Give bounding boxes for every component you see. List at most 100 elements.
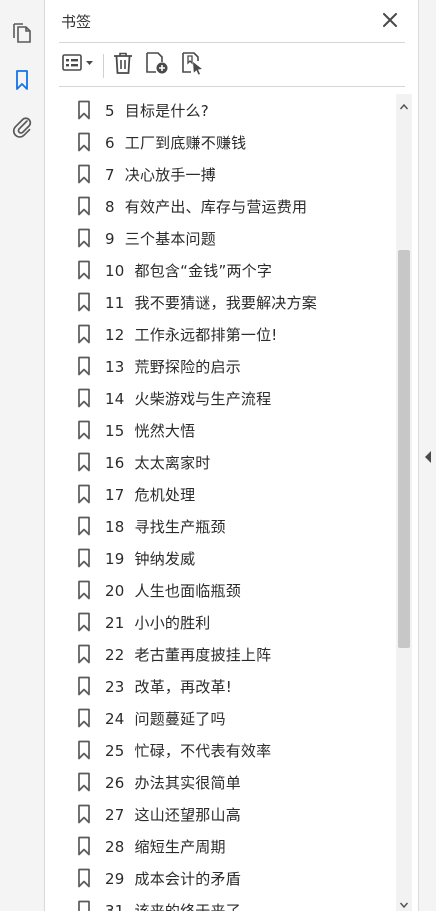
bookmark-item[interactable]: 12 工作永远都排第一位!	[59, 318, 396, 350]
bookmark-icon	[77, 292, 91, 312]
bookmark-label: 12 工作永远都排第一位!	[105, 324, 278, 345]
bookmark-number: 19	[105, 550, 125, 568]
bookmarks-panel-button[interactable]	[8, 68, 36, 96]
bookmark-title: 决心放手一搏	[124, 166, 216, 184]
bookmark-item[interactable]: 7 决心放手一搏	[59, 158, 396, 190]
scrollbar-thumb[interactable]	[398, 250, 410, 648]
bookmark-label: 19 钟纳发威	[105, 548, 195, 569]
bookmark-list-scrollbar[interactable]	[396, 94, 412, 911]
bookmark-label: 26 办法其实很简单	[105, 772, 241, 793]
bookmark-label: 10 都包含“金钱”两个字	[105, 260, 272, 281]
bookmark-number: 18	[105, 518, 125, 536]
bookmark-number: 8	[105, 198, 115, 216]
bookmark-label: 17 危机处理	[105, 484, 195, 505]
bookmark-item[interactable]: 21 小小的胜利	[59, 606, 396, 638]
bookmark-title: 人生也面临瓶颈	[134, 582, 241, 600]
bookmark-number: 6	[105, 134, 115, 152]
bookmark-title: 问题蔓延了吗	[134, 710, 226, 728]
bookmarks-panel: 书签 5 目标是什么? 6 工厂到底赚不赚钱 7 决心放手一搏 8 有效产出、库…	[46, 0, 418, 911]
bookmark-item[interactable]: 10 都包含“金钱”两个字	[59, 254, 396, 286]
bookmark-item[interactable]: 18 寻找生产瓶颈	[59, 510, 396, 542]
bookmark-number: 24	[105, 710, 125, 728]
bookmark-icon	[77, 676, 91, 696]
bookmark-item[interactable]: 15 恍然大悟	[59, 414, 396, 446]
bookmark-icon	[77, 388, 91, 408]
new-bookmark-from-selection-icon	[180, 50, 206, 80]
bookmark-label: 24 问题蔓延了吗	[105, 708, 226, 729]
bookmark-label: 22 老古董再度披挂上阵	[105, 644, 271, 665]
bookmark-number: 5	[105, 102, 115, 120]
page-thumbnails-button[interactable]	[8, 22, 36, 50]
bookmark-icon	[77, 804, 91, 824]
bookmark-label: 14 火柴游戏与生产流程	[105, 388, 271, 409]
bookmark-item[interactable]: 29 成本会计的矛盾	[59, 862, 396, 894]
bookmark-title: 改革，再改革!	[134, 678, 232, 696]
bookmark-title: 老古董再度披挂上阵	[134, 646, 272, 664]
bookmark-title: 小小的胜利	[134, 614, 211, 632]
bookmark-label: 8 有效产出、库存与营运费用	[105, 196, 307, 217]
panel-splitter[interactable]	[418, 0, 436, 911]
bookmark-item[interactable]: 8 有效产出、库存与营运费用	[59, 190, 396, 222]
bookmark-item[interactable]: 16 太太离家时	[59, 446, 396, 478]
new-bookmark-from-selection-button[interactable]	[179, 52, 207, 78]
bookmark-label: 18 寻找生产瓶颈	[105, 516, 226, 537]
bookmark-number: 27	[105, 806, 125, 824]
bookmark-title: 我不要猜谜，我要解决方案	[134, 294, 317, 312]
bookmark-icon	[77, 196, 91, 216]
bookmark-icon	[12, 68, 32, 96]
bookmark-title: 都包含“金钱”两个字	[134, 262, 273, 280]
bookmark-item[interactable]: 23 改革，再改革!	[59, 670, 396, 702]
bookmark-item[interactable]: 17 危机处理	[59, 478, 396, 510]
bookmark-label: 25 忙碌，不代表有效率	[105, 740, 271, 761]
bookmark-title: 该来的终于来了	[134, 902, 241, 911]
bookmark-title: 火柴游戏与生产流程	[134, 390, 272, 408]
bookmark-label: 21 小小的胜利	[105, 612, 211, 633]
bookmark-icon	[77, 868, 91, 888]
attachments-button[interactable]	[8, 114, 36, 142]
bookmark-item[interactable]: 31 该来的终于来了	[59, 894, 396, 911]
bookmark-item[interactable]: 22 老古董再度披挂上阵	[59, 638, 396, 670]
bookmark-number: 13	[105, 358, 125, 376]
bookmark-title: 寻找生产瓶颈	[134, 518, 226, 536]
bookmark-number: 26	[105, 774, 125, 792]
bookmark-icon	[77, 900, 91, 911]
bookmark-item[interactable]: 6 工厂到底赚不赚钱	[59, 126, 396, 158]
bookmark-item[interactable]: 9 三个基本问题	[59, 222, 396, 254]
bookmark-item[interactable]: 14 火柴游戏与生产流程	[59, 382, 396, 414]
bookmark-number: 9	[105, 230, 115, 248]
delete-icon	[112, 51, 134, 79]
bookmark-item[interactable]: 11 我不要猜谜，我要解决方案	[59, 286, 396, 318]
bookmark-item[interactable]: 27 这山还望那山高	[59, 798, 396, 830]
collapse-left-icon[interactable]	[423, 449, 433, 463]
bookmark-item[interactable]: 13 荒野探险的启示	[59, 350, 396, 382]
bookmark-title: 危机处理	[134, 486, 196, 504]
bookmark-icon	[77, 516, 91, 536]
bookmark-item[interactable]: 20 人生也面临瓶颈	[59, 574, 396, 606]
bookmark-item[interactable]: 5 目标是什么?	[59, 94, 396, 126]
scroll-up-icon[interactable]	[399, 97, 409, 110]
bookmark-item[interactable]: 28 缩短生产周期	[59, 830, 396, 862]
delete-bookmark-button[interactable]	[110, 52, 136, 78]
bookmark-title: 荒野探险的启示	[134, 358, 241, 376]
bookmark-label: 27 这山还望那山高	[105, 804, 241, 825]
header-divider	[59, 42, 405, 43]
bookmark-number: 12	[105, 326, 125, 344]
close-panel-button[interactable]	[380, 11, 400, 31]
bookmark-icon	[77, 708, 91, 728]
bookmark-icon	[77, 452, 91, 472]
bookmark-item[interactable]: 19 钟纳发威	[59, 542, 396, 574]
bookmark-item[interactable]: 25 忙碌，不代表有效率	[59, 734, 396, 766]
bookmark-label: 16 太太离家时	[105, 452, 211, 473]
bookmark-label: 20 人生也面临瓶颈	[105, 580, 241, 601]
bookmark-number: 23	[105, 678, 125, 696]
options-menu-button[interactable]	[59, 52, 99, 78]
bookmark-title: 恍然大悟	[134, 422, 196, 440]
bookmark-item[interactable]: 26 办法其实很简单	[59, 766, 396, 798]
bookmark-item[interactable]: 24 问题蔓延了吗	[59, 702, 396, 734]
scroll-down-icon[interactable]	[399, 895, 409, 909]
bookmark-title: 成本会计的矛盾	[134, 870, 241, 888]
navigation-rail	[0, 0, 45, 911]
bookmark-icon	[77, 132, 91, 152]
paperclip-icon	[10, 114, 34, 142]
new-bookmark-button[interactable]	[143, 52, 171, 78]
